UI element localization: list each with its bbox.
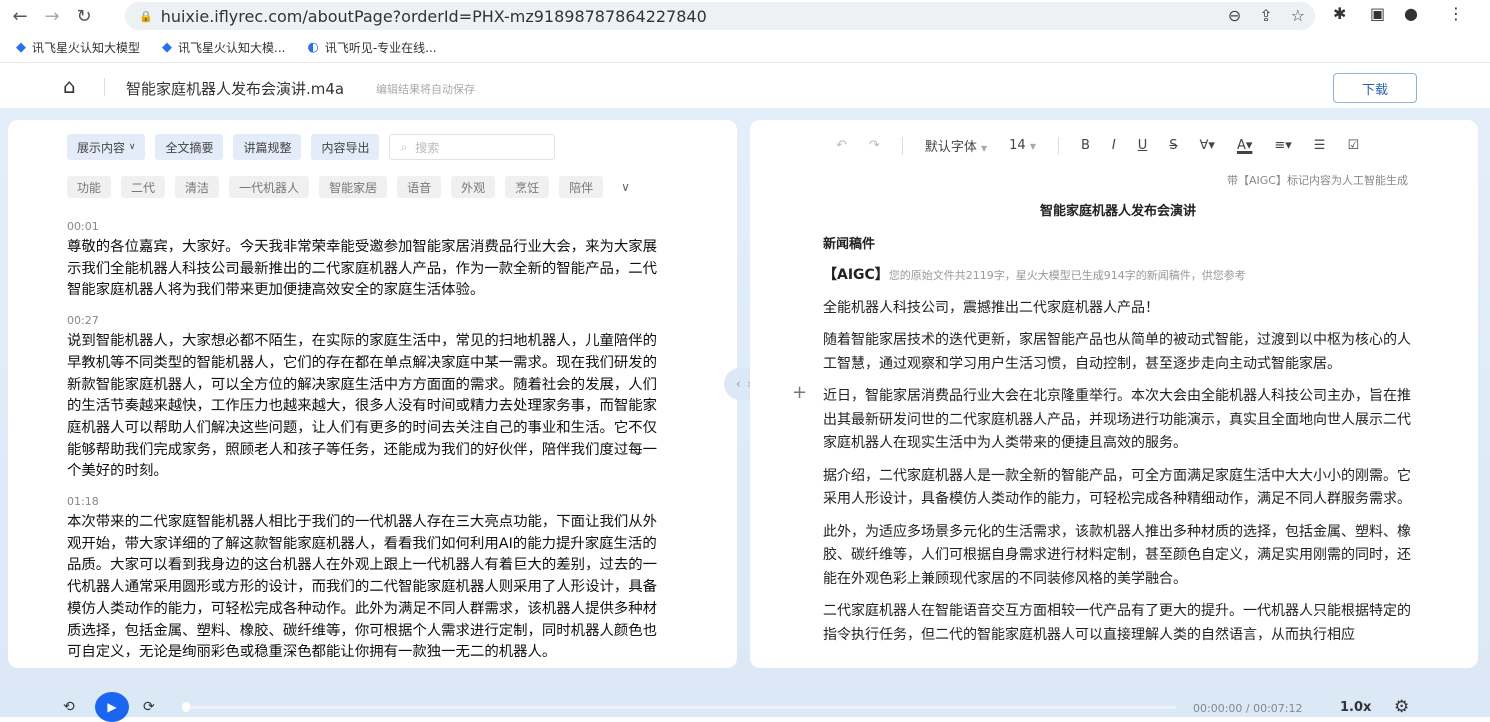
timestamp[interactable]: 00:27 <box>67 314 663 327</box>
bookmark[interactable]: ◆ 讯飞星火认知大模型 <box>16 39 140 56</box>
sidepanel-icon[interactable]: ▣ <box>1370 4 1385 23</box>
browser-toolbar: ← → ↻ 🔒 huixie.iflyrec.com/aboutPage?ord… <box>0 0 1490 32</box>
timestamp[interactable]: 01:18 <box>67 495 663 508</box>
forward-skip-icon[interactable]: ⟳ <box>143 699 155 715</box>
list-icon[interactable]: ☰ <box>1314 138 1326 153</box>
undo-icon[interactable]: ↶ <box>836 138 847 153</box>
editor-panel: ↶ ↷ 默认字体 ▼ 14 ▼ B I U S ∀▾ A▾ ≡▾ ☰ ☑ 带【A… <box>750 120 1478 668</box>
speed-button[interactable]: 1.0x <box>1340 700 1371 715</box>
menu-icon[interactable]: ⋮ <box>1448 4 1464 23</box>
forward-icon[interactable]: → <box>40 6 64 27</box>
gear-icon[interactable]: ⚙ <box>1394 697 1409 717</box>
organize-button[interactable]: 讲篇规整 <box>233 134 302 160</box>
app-header: ⌂ 智能家庭机器人发布会演讲.m4a 编辑结果将自动保存 下载 <box>0 64 1490 109</box>
export-button[interactable]: 内容导出 <box>311 134 380 160</box>
ear-icon: ◐ <box>307 40 319 55</box>
doc-paragraph[interactable]: 此外，为适应多场景多元化的生活需求，该款机器人推出多种材质的选择，包括金属、塑料… <box>823 521 1413 592</box>
lock-icon: 🔒 <box>139 9 153 23</box>
doc-paragraph[interactable]: 近日，智能家居消费品行业大会在北京隆重举行。本次大会由全能机器人科技公司主办，旨… <box>823 385 1413 456</box>
tag-item[interactable]: 智能家居 <box>319 176 388 198</box>
chevron-down-icon: ∨ <box>128 142 136 152</box>
font-select[interactable]: 默认字体 ▼ <box>925 136 987 155</box>
extensions-icon[interactable]: ✱ <box>1333 4 1346 23</box>
search-input[interactable]: ⌕ 搜索 <box>389 134 556 160</box>
transcript-panel: 展示内容 ∨ 全文摘要 讲篇规整 内容导出 ⌕ 搜索 功能 二代 清洁 一代机器人 智能家… <box>8 120 737 668</box>
italic-icon[interactable]: I <box>1112 138 1116 153</box>
doc-paragraph[interactable]: 二代家庭机器人在智能语音交互方面相较一代产品有了更大的提升。一代机器人只能根据特… <box>823 600 1413 647</box>
transcript: 00:01 尊敬的各位嘉宾，大家好。今天我非常荣幸能受邀参加智能家居消费品行业大会… <box>67 220 663 668</box>
download-button[interactable]: 下载 <box>1333 73 1417 103</box>
editor-toolbar: ↶ ↷ 默认字体 ▼ 14 ▼ B I U S ∀▾ A▾ ≡▾ ☰ ☑ <box>836 136 1359 155</box>
transcript-paragraph[interactable]: 尊敬的各位嘉宾，大家好。今天我非常荣幸能受邀参加智能家居消费品行业大会，来为大家… <box>67 237 663 302</box>
strikethrough-icon[interactable]: S <box>1169 138 1177 153</box>
spark-icon: ◆ <box>16 40 26 55</box>
search-icon: ⌕ <box>400 139 408 154</box>
spark-icon: ◆ <box>162 40 173 55</box>
reload-icon[interactable]: ↻ <box>72 6 96 27</box>
progress-bar[interactable] <box>186 706 1176 709</box>
url-text: huixie.iflyrec.com/aboutPage?orderId=PHX… <box>160 6 707 26</box>
highlight-icon[interactable]: ∀▾ <box>1200 138 1215 153</box>
doc-heading: 新闻稿件 <box>823 237 876 252</box>
bookmark[interactable]: ◆ 讯飞星火认知大模... <box>162 39 285 56</box>
address-bar[interactable]: 🔒 huixie.iflyrec.com/aboutPage?orderId=P… <box>125 2 1315 30</box>
transcript-paragraph[interactable]: 本次带来的二代家庭智能机器人相比于我们的一代机器人存在三大亮点功能，下面让我们从… <box>67 512 663 664</box>
expand-tags-icon[interactable]: ∨ <box>621 180 630 194</box>
bold-icon[interactable]: B <box>1081 138 1090 153</box>
underline-icon[interactable]: U <box>1138 138 1148 153</box>
tag-item[interactable]: 清洁 <box>175 176 220 198</box>
keyword-tags: 功能 二代 清洁 一代机器人 智能家居 语音 外观 烹饪 陪伴 ∨ <box>67 176 630 198</box>
rewind-icon[interactable]: ⟲ <box>63 699 75 715</box>
add-icon[interactable]: + <box>792 382 807 403</box>
doc-paragraph[interactable]: 据介绍，二代家庭机器人是一款全新的智能产品，可全方面满足家庭生活中大大小小的刚需… <box>823 465 1413 512</box>
display-content-dropdown[interactable]: 展示内容 ∨ <box>67 134 146 160</box>
tag-item[interactable]: 一代机器人 <box>229 176 310 198</box>
divider <box>104 78 105 96</box>
timestamp[interactable]: 00:01 <box>67 220 663 233</box>
save-status: 编辑结果将自动保存 <box>376 83 475 96</box>
star-icon[interactable]: ☆ <box>1291 6 1305 25</box>
home-icon[interactable]: ⌂ <box>63 74 76 98</box>
checkbox-icon[interactable]: ☑ <box>1347 138 1359 153</box>
chevron-left-icon: ‹ <box>735 376 741 392</box>
bookmark[interactable]: ◐ 讯飞听见-专业在线... <box>307 39 436 56</box>
aigc-info: 您的原始文件共2119字，星火大模型已生成914字的新闻稿件，供您参考 <box>888 269 1246 282</box>
redo-icon[interactable]: ↷ <box>869 138 880 153</box>
tag-item[interactable]: 烹饪 <box>505 176 550 198</box>
profile-avatar[interactable]: ● <box>1404 4 1418 23</box>
transcript-paragraph[interactable]: 说到智能机器人，大家想必都不陌生，在实际的家庭生活中，常见的扫地机器人，儿童陪伴… <box>67 331 663 483</box>
doc-paragraph[interactable]: 全能机器人科技公司，震撼推出二代家庭机器人产品！ <box>823 297 1413 321</box>
play-button[interactable]: ▶ <box>95 692 129 722</box>
audio-player: ⟲ ▶ ⟳ 00:00:00 / 00:07:12 1.0x ⚙ <box>0 692 1490 722</box>
aigc-tag: 【AIGC】 <box>823 267 889 283</box>
file-name: 智能家庭机器人发布会演讲.m4a <box>126 80 345 98</box>
tag-item[interactable]: 语音 <box>397 176 442 198</box>
document[interactable]: 智能家庭机器人发布会演讲 新闻稿件 【AIGC】您的原始文件共2119字，星火大… <box>823 200 1413 656</box>
aigc-note: 带【AIGC】标记内容为人工智能生成 <box>1227 174 1408 187</box>
zoom-icon[interactable]: ⊖ <box>1228 6 1241 25</box>
playback-time: 00:00:00 / 00:07:12 <box>1193 702 1303 715</box>
share-icon[interactable]: ⇪ <box>1259 6 1272 25</box>
tag-item[interactable]: 陪伴 <box>559 176 604 198</box>
back-icon[interactable]: ← <box>8 6 32 27</box>
font-color-icon[interactable]: A▾ <box>1237 138 1252 153</box>
size-select[interactable]: 14 ▼ <box>1009 138 1036 153</box>
align-icon[interactable]: ≡▾ <box>1274 138 1291 153</box>
doc-title: 智能家庭机器人发布会演讲 <box>1039 204 1196 219</box>
progress-handle[interactable] <box>182 702 190 712</box>
summary-button[interactable]: 全文摘要 <box>155 134 224 160</box>
doc-paragraph[interactable]: 随着智能家居技术的迭代更新，家居智能产品也从简单的被动式智能，过渡到以中枢为核心… <box>823 329 1413 376</box>
tag-item[interactable]: 外观 <box>451 176 496 198</box>
tag-item[interactable]: 功能 <box>67 176 112 198</box>
bookmarks-bar: ◆ 讯飞星火认知大模型 ◆ 讯飞星火认知大模... ◐ 讯飞听见-专业在线... <box>0 33 1490 63</box>
tag-item[interactable]: 二代 <box>121 176 166 198</box>
